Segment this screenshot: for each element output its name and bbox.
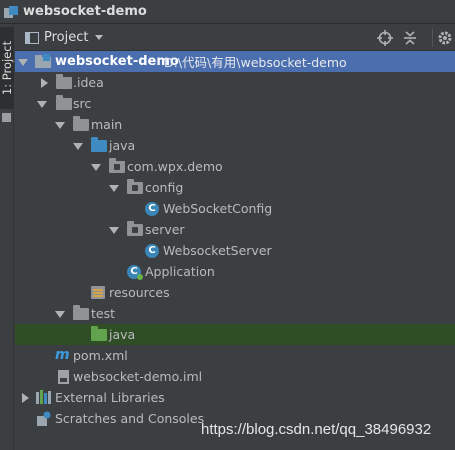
- crosshair-icon: [377, 30, 393, 46]
- tool-window-strip: 1: Project: [0, 25, 14, 450]
- class-label: Application: [145, 264, 215, 279]
- root-module-name: websocket-demo: [55, 54, 179, 69]
- scratches-icon: [36, 411, 52, 427]
- project-tree: websocket-demo D:\代码\有用\websocket-demo .…: [15, 51, 455, 450]
- folder-label: test: [91, 306, 116, 321]
- title-bar: websocket-demo: [0, 0, 455, 24]
- tree-row-iml[interactable]: websocket-demo.iml: [15, 366, 455, 387]
- tree-row-main[interactable]: main: [15, 114, 455, 135]
- test-source-folder-icon: [91, 326, 107, 343]
- folder-icon: [73, 305, 89, 322]
- project-tool-tab[interactable]: 1: Project: [0, 27, 14, 109]
- folder-label: src: [73, 96, 92, 111]
- project-toolbar: Project: [15, 25, 455, 51]
- tree-row-java-test[interactable]: java: [15, 324, 455, 345]
- project-icon: [4, 5, 18, 18]
- structure-tool-icon[interactable]: [2, 113, 11, 122]
- folder-label: java: [109, 138, 136, 153]
- collapse-arrow-icon[interactable]: [73, 141, 83, 151]
- project-view-label: Project: [44, 30, 89, 45]
- toolbar-divider: [432, 29, 433, 47]
- tree-row-package[interactable]: com.wpx.demo: [15, 156, 455, 177]
- package-icon: [109, 158, 125, 175]
- folder-icon: [56, 95, 72, 112]
- tree-row-websocketconfig[interactable]: C WebSocketConfig: [15, 198, 455, 219]
- module-file-icon: [58, 369, 74, 385]
- tree-row-external-libraries[interactable]: External Libraries: [15, 387, 455, 408]
- scratches-label: Scratches and Consoles: [55, 411, 205, 426]
- module-folder-icon: [35, 54, 51, 70]
- package-label: com.wpx.demo: [127, 159, 223, 174]
- package-icon: [127, 221, 143, 238]
- tree-row-application[interactable]: C Application: [15, 261, 455, 282]
- folder-icon: [73, 116, 89, 133]
- expand-arrow-icon[interactable]: [20, 393, 30, 403]
- collapse-arrow-icon[interactable]: [55, 309, 65, 319]
- tree-row-pom[interactable]: m pom.xml: [15, 345, 455, 366]
- window-title: websocket-demo: [23, 4, 147, 19]
- folder-label: .idea: [73, 75, 104, 90]
- class-label: WebsocketServer: [163, 243, 272, 258]
- collapse-arrow-icon[interactable]: [55, 120, 65, 130]
- collapse-arrow-icon[interactable]: [109, 183, 119, 193]
- folder-icon: [56, 74, 72, 91]
- tree-row-resources[interactable]: resources: [15, 282, 455, 303]
- class-icon: C: [145, 201, 161, 217]
- collapse-arrow-icon[interactable]: [91, 162, 101, 172]
- tree-row-idea[interactable]: .idea: [15, 72, 455, 93]
- resources-folder-icon: [91, 285, 107, 301]
- watermark-text: https://blog.csdn.net/qq_38496932: [201, 421, 432, 438]
- tree-row-server[interactable]: server: [15, 219, 455, 240]
- project-tool-tab-label: 1: Project: [0, 40, 14, 96]
- locate-file-button[interactable]: [376, 29, 394, 47]
- folder-label: java: [109, 327, 136, 342]
- tree-row-websocketserver[interactable]: C WebsocketServer: [15, 240, 455, 261]
- collapse-arrow-icon[interactable]: [109, 225, 119, 235]
- class-label: WebSocketConfig: [163, 201, 273, 216]
- source-folder-icon: [91, 137, 107, 154]
- spring-boot-class-icon: C: [127, 264, 143, 280]
- tree-row-src[interactable]: src: [15, 93, 455, 114]
- library-icon: [36, 390, 52, 406]
- folder-label: resources: [109, 285, 170, 300]
- tree-row-config[interactable]: config: [15, 177, 455, 198]
- package-label: server: [145, 222, 185, 237]
- collapse-arrow-icon[interactable]: [18, 57, 28, 67]
- root-module-path: D:\代码\有用\websocket-demo: [164, 55, 347, 70]
- settings-button[interactable]: [436, 29, 454, 47]
- tree-row-root[interactable]: websocket-demo D:\代码\有用\websocket-demo: [15, 51, 455, 72]
- collapse-all-icon: [404, 31, 416, 45]
- expand-arrow-icon[interactable]: [39, 78, 49, 88]
- file-label: websocket-demo.iml: [73, 369, 203, 384]
- collapse-all-button[interactable]: [401, 29, 419, 47]
- external-libraries-label: External Libraries: [55, 390, 165, 405]
- maven-icon: m: [55, 347, 70, 363]
- tree-row-test[interactable]: test: [15, 303, 455, 324]
- project-view-icon: [25, 31, 39, 44]
- package-label: config: [145, 180, 184, 195]
- package-icon: [127, 179, 143, 196]
- chevron-down-icon: [95, 35, 104, 40]
- folder-label: main: [91, 117, 123, 132]
- class-icon: C: [145, 243, 161, 259]
- file-label: pom.xml: [73, 348, 128, 363]
- tree-row-java-main[interactable]: java: [15, 135, 455, 156]
- project-view-dropdown[interactable]: Project: [25, 30, 104, 45]
- gear-icon: [438, 31, 452, 45]
- collapse-arrow-icon[interactable]: [37, 99, 47, 109]
